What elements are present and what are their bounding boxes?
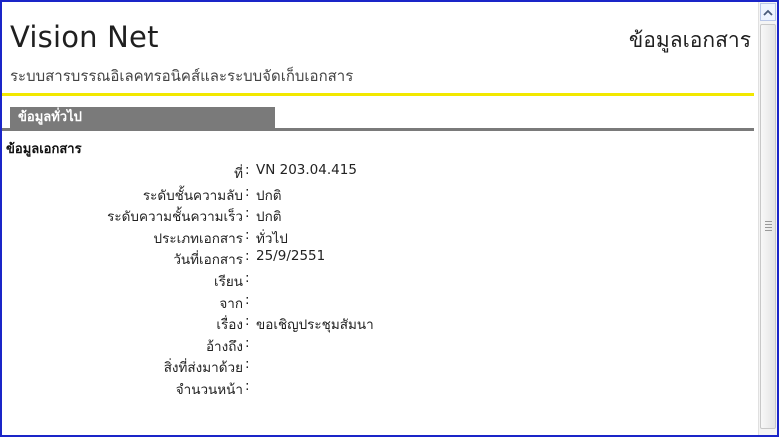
field-colon: : (245, 356, 250, 373)
header-divider (2, 93, 754, 96)
document-panel: Vision Net ข้อมูลเอกสาร ระบบสารบรรณอิเลค… (2, 2, 759, 435)
field-colon: : (245, 248, 250, 265)
tab-general-info[interactable]: ข้อมูลทั่วไป (10, 107, 275, 128)
field-label: อ้างถึง (205, 338, 243, 355)
field-colon: : (245, 269, 250, 286)
field-row-subject: เรื่อง: ขอเชิญประชุมสัมนา (2, 313, 754, 335)
field-label: ระดับชั้นความลับ (142, 187, 243, 204)
field-row-reference: อ้างถึง: (2, 335, 754, 357)
field-value: ขอเชิญประชุมสัมนา (256, 317, 374, 334)
field-row-urgency: ระดับความชั้นความเร็ว: ปกติ (2, 205, 754, 227)
tab-bar: ข้อมูลทั่วไป (2, 107, 754, 131)
field-label: สิ่งที่ส่งมาด้วย (163, 360, 243, 377)
field-colon: : (245, 205, 250, 222)
field-value: ปกติ (256, 187, 282, 204)
vertical-scrollbar[interactable] (758, 2, 777, 435)
field-value: VN 203.04.415 (256, 162, 357, 178)
scroll-up-button[interactable] (760, 3, 776, 21)
field-row-to: เรียน: (2, 270, 754, 292)
field-row-doc-date: วันที่เอกสาร:25/9/2551 (2, 248, 754, 270)
tab-divider (2, 128, 754, 131)
field-colon: : (245, 162, 250, 178)
field-list: ที่: VN 203.04.415 ระดับชั้นความลับ: ปกติ … (2, 162, 754, 400)
field-label: จาก (219, 295, 243, 312)
field-value: 25/9/2551 (256, 248, 326, 265)
system-subtitle: ระบบสารบรรณอิเลคทรอนิคส์และระบบจัดเก็บเอ… (10, 67, 354, 85)
field-value: ทั่วไป (256, 230, 288, 247)
field-label: เรื่อง (216, 317, 243, 334)
field-label: ที่ (234, 166, 243, 182)
page-title: ข้อมูลเอกสาร (628, 28, 751, 52)
field-label: จำนวนหน้า (175, 381, 243, 398)
field-value: ปกติ (256, 209, 282, 226)
section-title: ข้อมูลเอกสาร (6, 142, 82, 157)
field-row-page-count: จำนวนหน้า: (2, 378, 754, 400)
brand-title: Vision Net (10, 20, 159, 54)
chevron-up-icon (763, 9, 773, 16)
field-row-number: ที่: VN 203.04.415 (2, 162, 754, 184)
field-label: วันที่เอกสาร (173, 252, 243, 269)
grip-icon (765, 221, 772, 233)
field-colon: : (245, 183, 250, 200)
field-label: เรียน (213, 273, 243, 290)
field-row-secrecy: ระดับชั้นความลับ: ปกติ (2, 184, 754, 206)
field-row-attachments: สิ่งที่ส่งมาด้วย: (2, 356, 754, 378)
field-colon: : (245, 226, 250, 243)
field-colon: : (245, 334, 250, 351)
field-row-doc-type: ประเภทเอกสาร: ทั่วไป (2, 227, 754, 249)
field-row-from: จาก: (2, 292, 754, 314)
window-frame: Vision Net ข้อมูลเอกสาร ระบบสารบรรณอิเลค… (0, 0, 779, 437)
field-colon: : (245, 291, 250, 308)
scroll-thumb[interactable] (760, 24, 776, 429)
field-colon: : (245, 377, 250, 394)
field-label: ระดับความชั้นความเร็ว (107, 209, 243, 226)
field-colon: : (245, 313, 250, 330)
field-label: ประเภทเอกสาร (153, 230, 243, 247)
